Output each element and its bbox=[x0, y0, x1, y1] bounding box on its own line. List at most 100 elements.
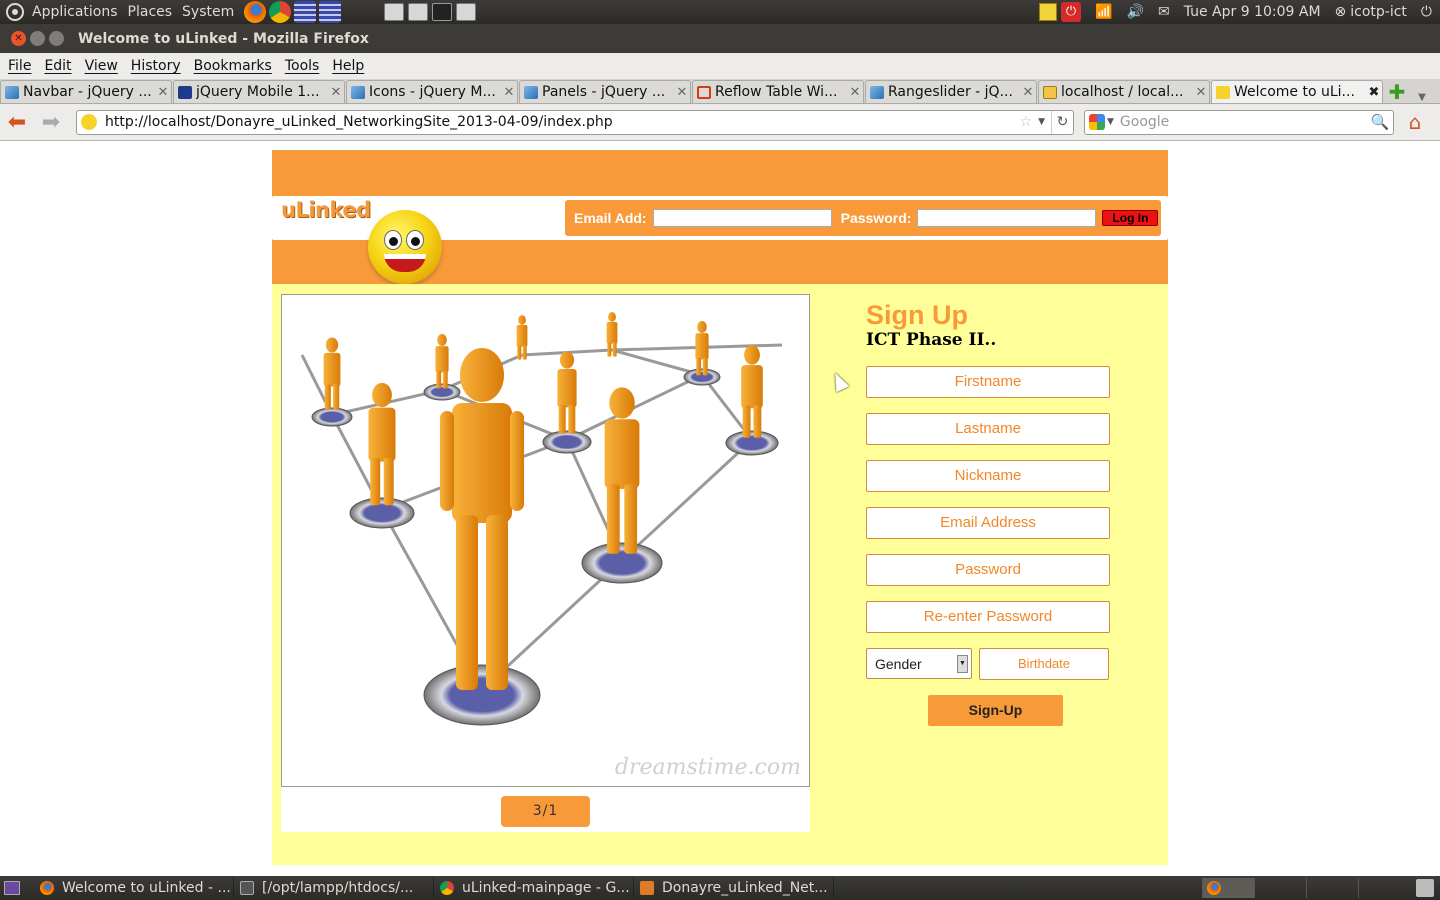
power-indicator-icon[interactable]: ⏻ bbox=[1061, 2, 1082, 22]
tab-close-icon[interactable]: ✕ bbox=[1020, 85, 1036, 100]
menu-help[interactable]: Help bbox=[332, 58, 364, 74]
places-menu[interactable]: Places bbox=[128, 4, 173, 20]
chrome-icon bbox=[440, 881, 454, 895]
browser-tab[interactable]: Icons - jQuery M... ✕ bbox=[346, 80, 518, 103]
screenshot-tool-icon[interactable] bbox=[384, 3, 405, 21]
url-text[interactable]: http://localhost/Donayre_uLinked_Network… bbox=[105, 114, 1020, 130]
tab-label: Panels - jQuery ... bbox=[542, 84, 666, 100]
browser-tab[interactable]: Panels - jQuery ... ✕ bbox=[519, 80, 691, 103]
tab-close-icon[interactable]: ✕ bbox=[847, 85, 863, 100]
search-engine-dropdown-icon[interactable]: ▼ bbox=[1107, 117, 1114, 127]
close-window-icon[interactable]: ✕ bbox=[11, 31, 26, 46]
password-field[interactable]: Password bbox=[866, 554, 1110, 586]
tab-close-icon[interactable]: ✕ bbox=[328, 85, 344, 100]
bookmark-star-icon[interactable]: ☆ bbox=[1020, 114, 1033, 130]
nickname-field[interactable]: Nickname bbox=[866, 460, 1110, 492]
site-identity-icon[interactable] bbox=[81, 114, 97, 130]
show-desktop-icon[interactable] bbox=[4, 881, 20, 895]
maximize-window-icon[interactable] bbox=[49, 31, 64, 46]
back-button-icon[interactable]: ⬅ bbox=[0, 110, 34, 135]
mail-icon[interactable]: ✉ bbox=[1158, 4, 1170, 20]
text-editor-icon[interactable] bbox=[408, 3, 429, 21]
login-password-input[interactable] bbox=[917, 209, 1097, 227]
jqm-favicon-icon bbox=[5, 85, 19, 99]
workspace-4[interactable] bbox=[1358, 878, 1410, 898]
url-bar[interactable]: http://localhost/Donayre_uLinked_Network… bbox=[76, 109, 1074, 135]
workspace-2[interactable] bbox=[1254, 878, 1306, 898]
browser-tab[interactable]: Reflow Table Wi... ✕ bbox=[692, 80, 864, 103]
new-tab-button[interactable]: ✚ bbox=[1384, 80, 1410, 104]
browser-tab-active[interactable]: Welcome to uLi... ✖ bbox=[1211, 80, 1383, 103]
menu-tools[interactable]: Tools bbox=[285, 58, 320, 74]
email-label: Email Add: bbox=[574, 210, 647, 226]
search-input[interactable]: Google bbox=[1120, 114, 1367, 130]
notes-indicator-icon[interactable] bbox=[1039, 3, 1058, 21]
menu-file[interactable]: File bbox=[8, 58, 31, 74]
chrome-launcher-icon[interactable] bbox=[269, 1, 292, 23]
login-form: Email Add: Password: Log In bbox=[565, 200, 1161, 236]
menu-bookmarks[interactable]: Bookmarks bbox=[194, 58, 272, 74]
google-engine-icon[interactable] bbox=[1089, 114, 1105, 130]
search-bar[interactable]: ▼ Google 🔍 bbox=[1084, 109, 1394, 135]
eclipse-launcher-icon[interactable] bbox=[319, 1, 342, 23]
ubuntu-logo-icon[interactable] bbox=[6, 3, 24, 21]
taskbar-item[interactable]: uLinked-mainpage - G... bbox=[434, 877, 634, 899]
gender-select[interactable]: Gender ▼ bbox=[866, 648, 972, 679]
search-icon[interactable]: 🔍 bbox=[1367, 113, 1393, 131]
user-status-icon[interactable]: ⊗ bbox=[1335, 4, 1347, 20]
system-menu[interactable]: System bbox=[182, 4, 234, 20]
firefox-launcher-icon[interactable] bbox=[244, 1, 267, 23]
slideshow: dreamstime.com 3/1 bbox=[281, 294, 810, 832]
minimize-window-icon[interactable] bbox=[30, 31, 45, 46]
loading-favicon-icon bbox=[697, 85, 711, 99]
menu-view[interactable]: View bbox=[85, 58, 118, 74]
taskbar-item[interactable]: Welcome to uLinked - ... bbox=[34, 877, 234, 899]
terminal-launcher-icon[interactable] bbox=[432, 3, 453, 21]
workspace-switcher bbox=[1202, 876, 1440, 900]
url-history-dropdown-icon[interactable]: ▼ bbox=[1038, 117, 1045, 127]
tab-close-icon[interactable]: ✕ bbox=[674, 85, 690, 100]
smiley-eye bbox=[384, 230, 402, 250]
clock[interactable]: Tue Apr 9 10:09 AM bbox=[1184, 4, 1321, 20]
tab-list-dropdown-icon[interactable]: ▼ bbox=[1410, 92, 1434, 103]
forward-button-icon[interactable]: ➡ bbox=[34, 110, 68, 135]
select-arrow-icon[interactable]: ▼ bbox=[957, 655, 968, 673]
tab-close-icon[interactable]: ✕ bbox=[155, 85, 171, 100]
workspace-1[interactable] bbox=[1202, 878, 1254, 898]
panel-indicators: ⏻ 📶 🔊 ✉ Tue Apr 9 10:09 AM ⊗ icotp-ict ⏻ bbox=[1039, 0, 1440, 24]
applications-menu[interactable]: Applications bbox=[32, 4, 118, 20]
birthdate-field[interactable]: Birthdate bbox=[979, 648, 1109, 680]
workspace-3[interactable] bbox=[1306, 878, 1358, 898]
taskbar-item[interactable]: Donayre_uLinked_Net... bbox=[634, 877, 834, 899]
browser-tab[interactable]: localhost / local... ✕ bbox=[1038, 80, 1210, 103]
taskbar-item[interactable]: [/opt/lampp/htdocs/... bbox=[234, 877, 434, 899]
calculator-icon[interactable] bbox=[456, 3, 477, 21]
site-body: dreamstime.com 3/1 Sign Up ICT Phase II.… bbox=[272, 284, 1168, 865]
tab-close-icon[interactable]: ✖ bbox=[1366, 85, 1382, 100]
firstname-field[interactable]: Firstname bbox=[866, 366, 1110, 398]
site-logo-text[interactable]: uLinked bbox=[281, 198, 371, 222]
trash-icon[interactable] bbox=[1416, 879, 1434, 897]
email-address-field[interactable]: Email Address bbox=[866, 507, 1110, 539]
tab-close-icon[interactable]: ✕ bbox=[1193, 85, 1209, 100]
gender-birthdate-row: Gender ▼ Birthdate bbox=[866, 648, 1116, 680]
login-button[interactable]: Log In bbox=[1102, 210, 1159, 226]
browser-tab[interactable]: Navbar - jQuery ... ✕ bbox=[0, 80, 172, 103]
browser-tab[interactable]: jQuery Mobile 1... ✕ bbox=[173, 80, 345, 103]
tab-close-icon[interactable]: ✕ bbox=[501, 85, 517, 100]
eclipse-launcher-icon[interactable] bbox=[294, 1, 317, 23]
browser-tab[interactable]: Rangeslider - jQ... ✕ bbox=[865, 80, 1037, 103]
lastname-field[interactable]: Lastname bbox=[866, 413, 1110, 445]
wifi-icon[interactable]: 📶 bbox=[1095, 4, 1112, 20]
home-icon[interactable]: ⌂ bbox=[1400, 110, 1430, 134]
slide-counter-button[interactable]: 3/1 bbox=[501, 796, 590, 827]
user-name[interactable]: icotp-ict bbox=[1350, 4, 1407, 20]
shutdown-icon[interactable]: ⏻ bbox=[1421, 4, 1432, 20]
signup-button[interactable]: Sign-Up bbox=[928, 695, 1063, 726]
reenter-password-field[interactable]: Re-enter Password bbox=[866, 601, 1110, 633]
menu-edit[interactable]: Edit bbox=[44, 58, 71, 74]
reload-icon[interactable]: ↻ bbox=[1051, 110, 1073, 134]
volume-icon[interactable]: 🔊 bbox=[1127, 4, 1144, 20]
login-email-input[interactable] bbox=[652, 209, 832, 227]
menu-history[interactable]: History bbox=[131, 58, 181, 74]
